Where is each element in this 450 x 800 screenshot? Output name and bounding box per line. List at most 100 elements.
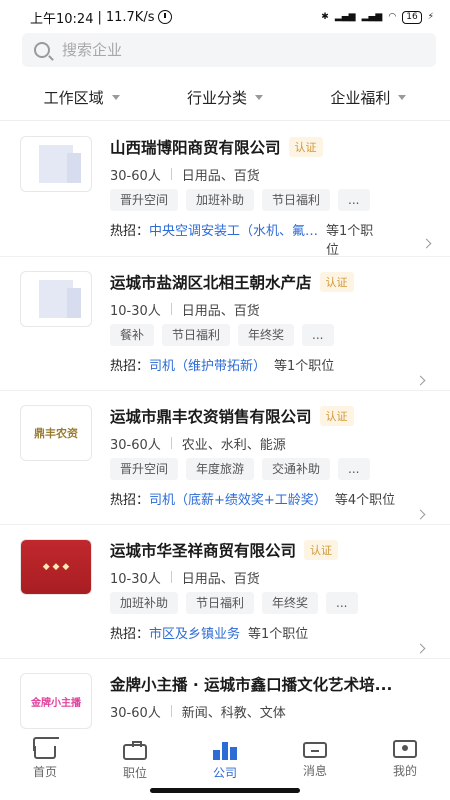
company-name: 金牌小主播 · 运城市鑫口播文化艺术培... — [110, 676, 393, 694]
hot-label: 热招： — [110, 627, 150, 642]
certified-badge: 认证 — [304, 540, 339, 560]
company-info: 金牌小主播 · 运城市鑫口播文化艺术培... 30-60人 新闻、科教、文体 — [110, 671, 436, 721]
company-logo-text: 金牌小主播 — [31, 697, 81, 709]
company-list: 山西瑞博阳商贸有限公司 认证 30-60人 日用品、百货 晋升空间 加班补助 节… — [0, 122, 450, 734]
company-logo-image: ◆ ◆ ◆ — [21, 540, 91, 594]
filter-label: 行业分类 — [186, 88, 247, 107]
building-placeholder-icon — [39, 280, 81, 318]
benefit-tags: 晋升空间 加班补助 节日福利 ... — [110, 189, 436, 211]
benefit-tag: 年度旅游 — [186, 458, 255, 480]
filter-label: 工作区域 — [43, 88, 104, 107]
tab-label: 我的 — [392, 764, 417, 778]
benefit-tag: 餐补 — [110, 324, 155, 346]
certified-badge: 认证 — [319, 272, 354, 292]
benefit-tags: 晋升空间 年度旅游 交通补助 ... — [110, 458, 436, 480]
tab-profile[interactable]: 我的 — [365, 734, 445, 779]
benefit-tag: 晋升空间 — [110, 189, 179, 211]
hot-label: 热招： — [110, 224, 150, 239]
more-tags: ... — [302, 324, 334, 346]
status-separator: | — [97, 9, 102, 25]
hot-jobs-row[interactable]: 热招： 司机（维护带拓新） 等1个职位 — [110, 355, 436, 374]
briefcase-icon — [123, 741, 147, 760]
tab-label: 职位 — [122, 766, 147, 780]
company-card[interactable]: 运城市盐湖区北相王朝水产店 认证 10-30人 日用品、百货 餐补 节日福利 年… — [0, 256, 450, 390]
company-info: 运城市盐湖区北相王朝水产店 认证 10-30人 日用品、百货 餐补 节日福利 年… — [110, 269, 436, 374]
meta-row: 10-30人 日用品、百货 — [110, 299, 436, 319]
company-icon-bar — [213, 750, 220, 760]
home-icon — [34, 746, 56, 759]
search-icon — [34, 42, 50, 58]
name-row: 运城市盐湖区北相王朝水产店 认证 — [110, 269, 436, 295]
company-name: 运城市鼎丰农资销售有限公司 — [110, 408, 312, 426]
company-card[interactable]: ◆ ◆ ◆ 运城市华圣祥商贸有限公司 认证 10-30人 日用品、百货 加班补助… — [0, 524, 450, 658]
benefit-tag: 交通补助 — [262, 458, 331, 480]
company-industry: 日用品、百货 — [181, 571, 260, 587]
status-left: 上午10:24 | 11.7K/s — [30, 8, 173, 27]
company-logo — [20, 136, 92, 192]
tab-label: 消息 — [302, 764, 327, 778]
company-card[interactable]: 金牌小主播 金牌小主播 · 运城市鑫口播文化艺术培... 30-60人 新闻、科… — [0, 658, 450, 734]
tab-label: 首页 — [32, 765, 57, 779]
benefit-tag: 加班补助 — [110, 592, 179, 614]
filter-benefits[interactable]: 企业福利 — [330, 87, 407, 108]
company-logo: ◆ ◆ ◆ — [20, 539, 92, 595]
tab-label: 公司 — [212, 766, 237, 780]
company-name: 运城市盐湖区北相王朝水产店 — [110, 274, 312, 292]
benefit-tag: 节日福利 — [162, 324, 231, 346]
name-row: 山西瑞博阳商贸有限公司 认证 — [110, 134, 436, 160]
tab-messages[interactable]: 消息 — [275, 734, 355, 779]
meta-row: 10-30人 日用品、百货 — [110, 567, 436, 587]
company-info: 运城市鼎丰农资销售有限公司 认证 30-60人 农业、水利、能源 晋升空间 年度… — [110, 403, 436, 508]
company-industry: 日用品、百货 — [181, 168, 260, 184]
filter-work-area[interactable]: 工作区域 — [44, 87, 120, 108]
search-bar[interactable] — [22, 33, 436, 67]
job-count: 等1个职位 — [326, 224, 374, 258]
hot-job-link[interactable]: 司机（维护带拓新） — [149, 355, 266, 374]
benefit-tag: 节日福利 — [186, 592, 255, 614]
meta-separator — [170, 303, 172, 315]
battery-icon: 16 — [402, 10, 422, 24]
filter-bar: 工作区域 行业分类 企业福利 — [0, 80, 450, 114]
hot-job-link[interactable]: 市区及乡镇业务 — [149, 623, 240, 642]
home-indicator[interactable] — [150, 788, 300, 793]
meta-row: 30-60人 新闻、科教、文体 — [110, 701, 436, 721]
hot-jobs-row[interactable]: 热招： 司机（底薪+绩效奖+工龄奖） 等4个职位 — [110, 489, 436, 508]
company-icon-bar — [221, 742, 229, 760]
company-info: 山西瑞博阳商贸有限公司 认证 30-60人 日用品、百货 晋升空间 加班补助 节… — [110, 134, 436, 258]
chevron-right-icon — [415, 509, 426, 520]
tab-jobs[interactable]: 职位 — [95, 734, 175, 781]
signal-icon-2: ▂▄▆ — [361, 12, 383, 22]
company-info: 运城市华圣祥商贸有限公司 认证 10-30人 日用品、百货 加班补助 节日福利 … — [110, 537, 436, 642]
hot-job-link[interactable]: 司机（底薪+绩效奖+工龄奖） — [149, 489, 327, 508]
meta-separator — [170, 571, 172, 583]
company-size: 30-60人 — [110, 705, 161, 721]
name-row: 运城市鼎丰农资销售有限公司 认证 — [110, 403, 436, 429]
company-card[interactable]: 山西瑞博阳商贸有限公司 认证 30-60人 日用品、百货 晋升空间 加班补助 节… — [0, 122, 450, 258]
alarm-icon — [158, 10, 173, 24]
meta-row: 30-60人 农业、水利、能源 — [110, 433, 436, 453]
tab-company[interactable]: 公司 — [185, 734, 265, 781]
company-size: 30-60人 — [110, 168, 161, 184]
chevron-right-icon — [415, 643, 426, 654]
company-logo-text: 鼎丰农资 — [34, 427, 78, 440]
more-tags: ... — [338, 458, 370, 480]
benefit-tags: 餐补 节日福利 年终奖 ... — [110, 324, 436, 346]
search-input[interactable] — [62, 41, 362, 59]
name-row: 运城市华圣祥商贸有限公司 认证 — [110, 537, 436, 563]
meta-separator — [170, 705, 172, 717]
caret-down-icon — [398, 94, 407, 100]
benefit-tag: 年终奖 — [238, 324, 295, 346]
hot-jobs-row[interactable]: 热招： 市区及乡镇业务 等1个职位 — [110, 623, 436, 642]
hot-jobs-row[interactable]: 热招： 中央空调安装工（水机、氟… 等1个职位 — [110, 220, 436, 258]
hot-job-link[interactable]: 中央空调安装工（水机、氟… — [149, 220, 318, 239]
benefit-tag: 晋升空间 — [110, 458, 179, 480]
filter-industry[interactable]: 行业分类 — [187, 87, 263, 108]
company-size: 30-60人 — [110, 437, 161, 453]
company-logo — [20, 271, 92, 327]
status-time: 上午10:24 — [30, 11, 94, 27]
status-bar: 上午10:24 | 11.7K/s ✱ ▂▄▆ ▂▄▆ ◠ 16 ⚡ — [0, 0, 450, 34]
benefit-tag: 年终奖 — [262, 592, 319, 614]
meta-row: 30-60人 日用品、百货 — [110, 164, 436, 184]
company-card[interactable]: 鼎丰农资 运城市鼎丰农资销售有限公司 认证 30-60人 农业、水利、能源 晋升… — [0, 390, 450, 524]
tab-home[interactable]: 首页 — [5, 734, 85, 780]
